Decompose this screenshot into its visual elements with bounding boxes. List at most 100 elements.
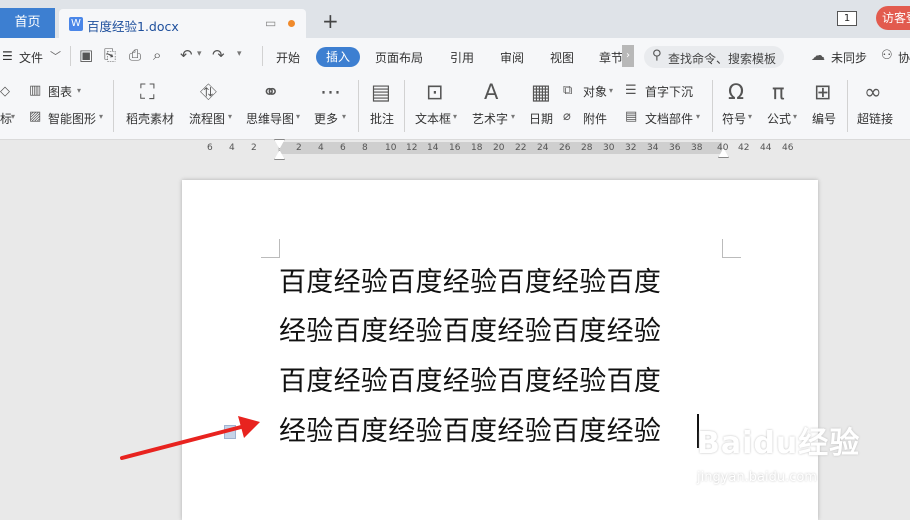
search-icon: ⚲ bbox=[652, 48, 662, 63]
wordart-button[interactable]: 艺术字 bbox=[472, 110, 508, 127]
tab-page-layout[interactable]: 页面布局 bbox=[375, 49, 423, 66]
sync-status[interactable]: 未同步 bbox=[831, 49, 867, 66]
attachment-button[interactable]: 附件 bbox=[583, 110, 607, 127]
command-search-input[interactable]: ⚲ 查找命令、搜索模板 bbox=[644, 46, 784, 68]
comment-icon[interactable]: ▤ bbox=[371, 80, 391, 104]
hyperlink-button[interactable]: 超链接 bbox=[857, 110, 893, 127]
chevron-down-icon[interactable]: ▾ bbox=[748, 112, 752, 121]
more-icon[interactable]: ⋯ bbox=[320, 80, 341, 104]
redo-icon[interactable]: ↷ bbox=[212, 46, 225, 64]
mindmap-button[interactable]: 思维导图 bbox=[246, 110, 294, 127]
chevron-down-icon[interactable]: ▾ bbox=[296, 112, 300, 121]
chart-icon[interactable]: ▥ bbox=[29, 83, 41, 99]
margin-corner-top-left bbox=[261, 239, 280, 258]
chevron-down-icon[interactable]: ▾ bbox=[793, 112, 797, 121]
symbol-button[interactable]: 符号 bbox=[722, 110, 746, 127]
quick-access-dropdown-icon[interactable]: ▾ bbox=[237, 49, 242, 59]
tab-insert[interactable]: 插入 bbox=[316, 47, 360, 67]
textbox-icon[interactable]: ⊡ bbox=[426, 80, 444, 104]
ruler-tick-label: 8 bbox=[362, 143, 368, 153]
ruler-tick-label: 46 bbox=[782, 143, 794, 153]
file-menu[interactable]: 文件 bbox=[19, 49, 43, 66]
document-text-line[interactable]: 百度经验百度经验百度经验百度 bbox=[279, 267, 661, 299]
daoke-material-icon[interactable]: ⛶ bbox=[140, 80, 155, 104]
monitor-icon[interactable]: ▭ bbox=[265, 16, 276, 30]
chevron-down-icon[interactable]: ▾ bbox=[77, 86, 81, 95]
symbol-icon[interactable]: Ω bbox=[728, 80, 744, 104]
chevron-down-icon[interactable]: ▾ bbox=[11, 112, 15, 121]
formula-icon[interactable]: π bbox=[772, 80, 785, 104]
shapes-icon[interactable]: ◇ bbox=[0, 84, 10, 100]
document-text-line[interactable]: 经验百度经验百度经验百度经验 bbox=[279, 416, 661, 448]
document-tab[interactable]: W 百度经验1.docx ▭ bbox=[59, 9, 306, 38]
chevron-down-icon[interactable]: ▾ bbox=[453, 112, 457, 121]
daoke-material-button[interactable]: 稻壳素材 bbox=[126, 110, 174, 127]
ruler-tick-label: 34 bbox=[647, 143, 659, 153]
collaborate-label[interactable]: 协 bbox=[898, 49, 910, 66]
save-icon[interactable]: ▣ bbox=[79, 46, 93, 64]
collaborate-icon[interactable]: ⚇ bbox=[881, 48, 893, 63]
ruler-tick-label: 30 bbox=[603, 143, 615, 153]
document-text-line[interactable]: 经验百度经验百度经验百度经验 bbox=[279, 316, 661, 348]
date-button[interactable]: 日期 bbox=[529, 110, 553, 127]
chevron-down-icon[interactable]: ▾ bbox=[342, 112, 346, 121]
tab-start[interactable]: 开始 bbox=[276, 49, 300, 66]
visitor-login-button[interactable]: 访客登 bbox=[876, 6, 910, 30]
ruler-tick-label: 24 bbox=[537, 143, 549, 153]
tab-references[interactable]: 引用 bbox=[450, 49, 474, 66]
arrow-head bbox=[238, 416, 260, 438]
document-text-line[interactable]: 百度经验百度经验百度经验百度 bbox=[279, 366, 661, 398]
tab-chapter[interactable]: 章节 bbox=[599, 49, 623, 66]
chart-button[interactable]: 图表 bbox=[48, 83, 72, 100]
ruler-tick-label: 2 bbox=[296, 143, 302, 153]
chevron-down-icon[interactable]: ▾ bbox=[609, 86, 613, 95]
window-count-badge[interactable]: 1 bbox=[837, 11, 857, 26]
home-tab[interactable]: 首页 bbox=[0, 8, 55, 38]
hamburger-icon[interactable]: ☰ bbox=[2, 49, 13, 63]
comment-button[interactable]: 批注 bbox=[370, 110, 394, 127]
docparts-icon[interactable]: ▤ bbox=[625, 109, 637, 125]
chevron-down-icon[interactable]: ▾ bbox=[228, 112, 232, 121]
watermark-brand: Baidu经验 bbox=[697, 426, 861, 461]
object-button[interactable]: 对象 bbox=[583, 83, 607, 100]
ruler-tick-label: 20 bbox=[493, 143, 505, 153]
baidu-watermark: Baidu经验 jingyan.baidu.com bbox=[697, 418, 867, 508]
smart-shape-icon[interactable]: ▨ bbox=[29, 109, 41, 125]
dropcap-button[interactable]: 首字下沉 bbox=[645, 83, 693, 100]
chevron-down-icon[interactable]: ▾ bbox=[696, 112, 700, 121]
ruler-tick-label: 44 bbox=[760, 143, 772, 153]
word-doc-icon: W bbox=[69, 17, 83, 31]
export-icon[interactable]: ⎘ bbox=[104, 46, 116, 64]
tab-view[interactable]: 视图 bbox=[550, 49, 574, 66]
smart-shape-button[interactable]: 智能图形 bbox=[48, 110, 96, 127]
wordart-icon[interactable]: A bbox=[484, 80, 498, 104]
cloud-icon[interactable]: ☁ bbox=[811, 48, 825, 64]
more-button[interactable]: 更多 bbox=[314, 110, 338, 127]
print-icon[interactable]: ⎙ bbox=[129, 46, 141, 64]
tab-review[interactable]: 审阅 bbox=[500, 49, 524, 66]
chevron-down-icon[interactable]: ﹀ bbox=[50, 48, 61, 64]
numbering-icon[interactable]: ⊞ bbox=[814, 80, 832, 104]
hyperlink-icon[interactable]: ∞ bbox=[864, 80, 882, 104]
mindmap-icon[interactable]: ⚭ bbox=[262, 80, 280, 104]
flowchart-icon[interactable]: ⛗ bbox=[200, 80, 217, 104]
date-icon[interactable]: ▦ bbox=[531, 80, 551, 104]
dropcap-icon[interactable]: ☰ bbox=[625, 83, 637, 99]
divider bbox=[404, 80, 405, 132]
divider bbox=[358, 80, 359, 132]
new-tab-button[interactable]: + bbox=[322, 9, 339, 33]
textbox-button[interactable]: 文本框 bbox=[415, 110, 451, 127]
object-icon[interactable]: ⧉ bbox=[563, 83, 572, 99]
formula-button[interactable]: 公式 bbox=[767, 110, 791, 127]
numbering-button[interactable]: 编号 bbox=[812, 110, 836, 127]
docparts-button[interactable]: 文档部件 bbox=[645, 110, 693, 127]
menu-scroll-right-icon[interactable]: › bbox=[622, 45, 634, 67]
flowchart-button[interactable]: 流程图 bbox=[189, 110, 225, 127]
undo-dropdown-icon[interactable]: ▾ bbox=[197, 49, 202, 59]
command-search-placeholder: 查找命令、搜索模板 bbox=[668, 52, 777, 66]
print-preview-icon[interactable]: ⌕ bbox=[153, 46, 161, 64]
attachment-icon[interactable]: ⌀ bbox=[563, 109, 571, 125]
undo-icon[interactable]: ↶ bbox=[180, 46, 193, 64]
chevron-down-icon[interactable]: ▾ bbox=[99, 112, 103, 121]
chevron-down-icon[interactable]: ▾ bbox=[511, 112, 515, 121]
